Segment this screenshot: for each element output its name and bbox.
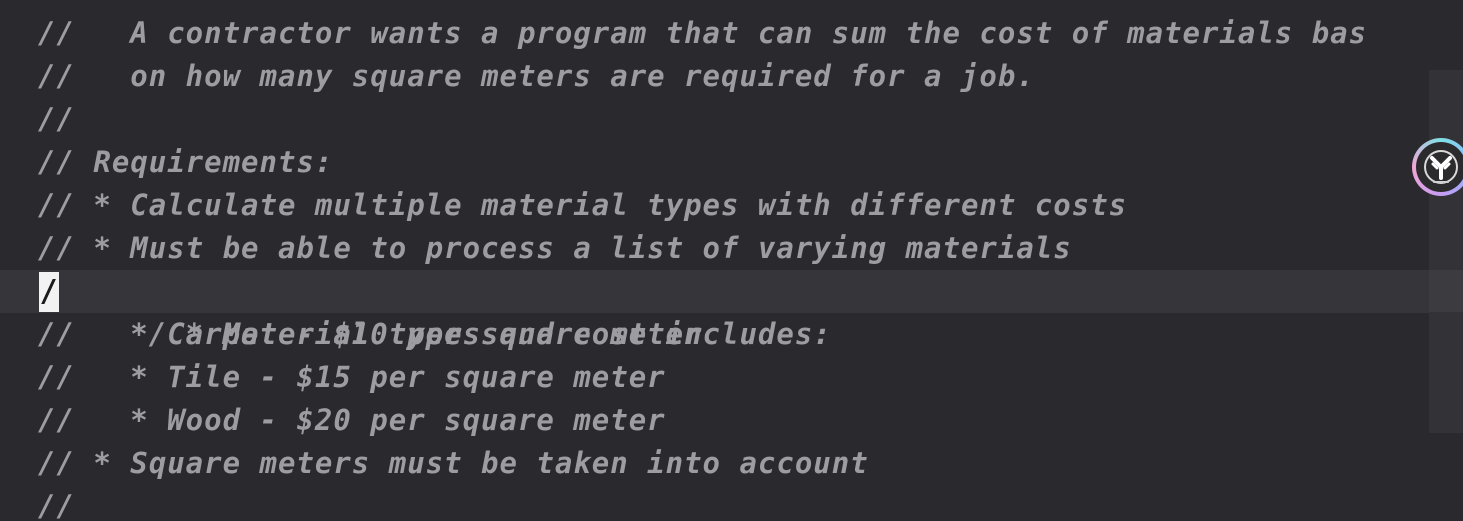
code-lines: // A contractor wants a program that can…: [0, 12, 1463, 521]
vertical-scrollbar[interactable]: [1429, 70, 1463, 433]
text-cursor: /: [39, 272, 59, 312]
code-line-1[interactable]: // A contractor wants a program that can…: [0, 12, 1463, 55]
code-editor[interactable]: // A contractor wants a program that can…: [0, 0, 1463, 521]
code-line-4[interactable]: // Requirements:: [0, 141, 1463, 184]
code-line-6[interactable]: // * Must be able to process a list of v…: [0, 227, 1463, 270]
assistant-button[interactable]: [1412, 138, 1463, 196]
code-line-2[interactable]: // on how many square meters are require…: [0, 55, 1463, 98]
code-line-12[interactable]: //: [0, 485, 1463, 521]
assistant-icon: [1424, 150, 1458, 184]
scrollbar-thumb[interactable]: [1429, 270, 1463, 312]
code-line-7-current[interactable]: / * Material types and cost includes: /: [0, 270, 1463, 351]
code-line-9[interactable]: // * Tile - $15 per square meter: [0, 356, 1463, 399]
code-line-11[interactable]: // * Square meters must be taken into ac…: [0, 442, 1463, 485]
code-line-8[interactable]: // * Carpet - $10 per square meter: [0, 313, 1463, 356]
code-line-10[interactable]: // * Wood - $20 per square meter: [0, 399, 1463, 442]
code-line-5[interactable]: // * Calculate multiple material types w…: [0, 184, 1463, 227]
code-line-3[interactable]: //: [0, 98, 1463, 141]
